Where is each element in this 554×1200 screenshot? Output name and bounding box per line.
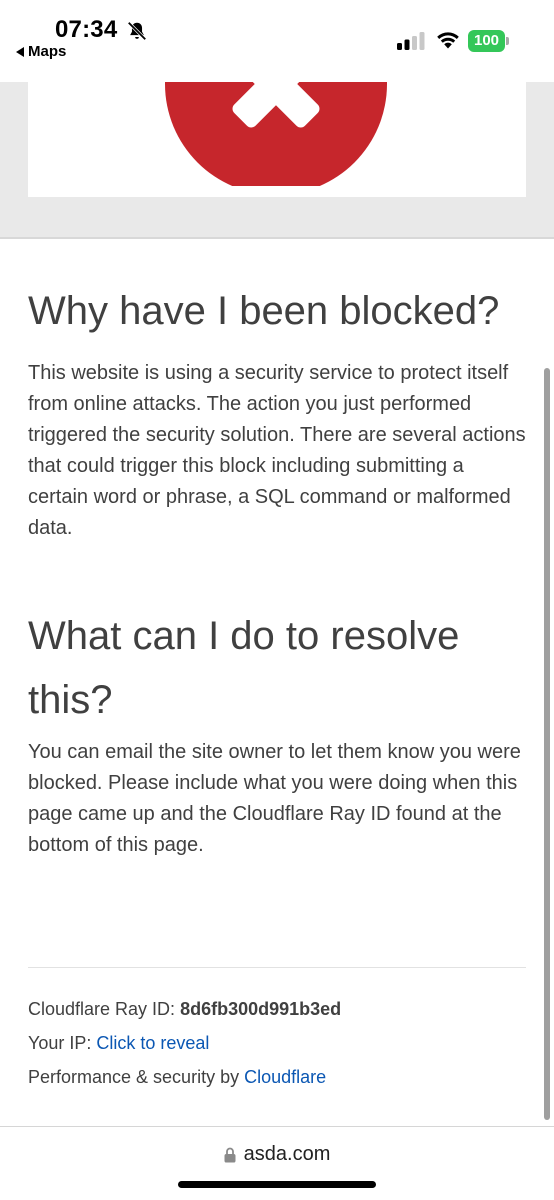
performance-label: Performance & security by [28,1067,245,1087]
cellular-signal-icon [397,32,425,50]
error-banner-area [0,82,554,239]
lock-icon [224,1147,236,1162]
ray-id-line: Cloudflare Ray ID: 8d6fb300d991b3ed [28,999,341,1020]
paragraph-why-blocked: This website is using a security service… [28,362,526,539]
paragraph-resolve: You can email the site owner to let them… [28,741,521,856]
ray-id-label: Cloudflare Ray ID: [28,999,181,1019]
reveal-ip-link[interactable]: Click to reveal [96,1033,209,1053]
status-time: 07:34 [55,16,118,43]
back-triangle-icon [16,46,24,57]
browser-url-bar[interactable]: asda.com [0,1126,554,1200]
ray-id-value: 8d6fb300d991b3ed [180,999,342,1019]
back-app-label: Maps [28,43,67,60]
cloudflare-link[interactable]: Cloudflare [244,1067,326,1087]
battery-nub [506,37,509,45]
home-indicator[interactable] [178,1181,376,1188]
address-display[interactable]: asda.com [0,1143,554,1166]
performance-line: Performance & security by Cloudflare [28,1067,326,1088]
ip-label: Your IP: [28,1033,97,1053]
error-image-card [28,82,526,197]
bell-slash-icon [127,21,147,41]
status-bar: 07:34 Maps 100 [0,0,554,82]
wifi-icon [437,32,459,49]
error-x-icon [165,82,387,186]
battery-icon: 100 [468,30,510,52]
footer-divider [28,967,526,968]
heading-why-blocked: Why have I been blocked? [28,289,500,333]
ip-line: Your IP: Click to reveal [28,1033,209,1054]
domain-text: asda.com [243,1143,331,1165]
heading-resolve: What can I do to resolve this? [28,614,460,722]
back-to-app-button[interactable]: Maps [16,43,66,60]
battery-level: 100 [468,30,505,52]
page-scrollbar[interactable] [544,368,550,1120]
